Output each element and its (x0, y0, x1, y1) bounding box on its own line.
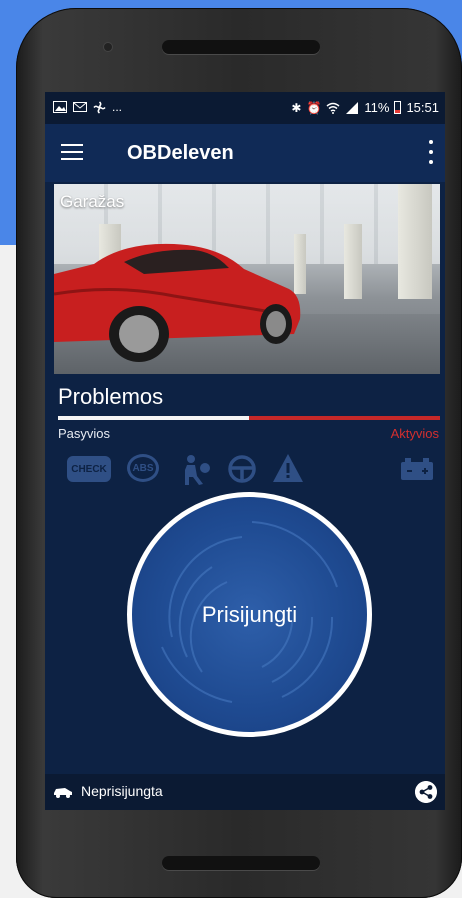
menu-icon[interactable] (61, 144, 83, 160)
car-icon (54, 788, 72, 798)
fan-icon (93, 100, 106, 114)
active-label: Aktyvios (390, 426, 439, 441)
image-icon (53, 101, 67, 113)
bluetooth-icon: ✱ (291, 100, 302, 115)
dashboard-warning-icons: CHECK ABS (45, 452, 445, 488)
connect-button[interactable]: Prisijungti (127, 492, 372, 737)
problems-bar-passive-fill (58, 416, 249, 420)
app-title: OBDeleven (127, 142, 234, 164)
battery-icon (394, 101, 402, 114)
clock: 15:51 (406, 100, 439, 115)
garage-pillar (344, 224, 362, 299)
alarm-icon: ⏰ (306, 100, 322, 115)
bottom-speaker (162, 856, 320, 870)
red-car-image (54, 243, 301, 362)
problems-bar (58, 416, 440, 420)
status-ellipsis: ... (112, 100, 123, 114)
general-warning-icon (273, 454, 303, 482)
steering-warning-icon (228, 455, 256, 483)
wifi-icon (326, 102, 340, 114)
share-icon[interactable] (415, 781, 437, 803)
passive-label: Pasyvios (58, 426, 111, 441)
mail-icon (73, 102, 87, 112)
garage-card[interactable]: Garažas (54, 184, 440, 374)
garage-pillar (398, 184, 432, 299)
garage-label: Garažas (60, 192, 125, 211)
battery-percent: 11% (364, 100, 390, 115)
front-camera (104, 43, 112, 51)
problems-title: Problemos (58, 384, 164, 409)
battery-warning-icon (401, 458, 433, 480)
app-bar: OBDeleven (45, 124, 445, 182)
more-options-icon[interactable] (429, 140, 435, 164)
signal-icon (346, 101, 359, 114)
abs-icon: ABS (127, 454, 159, 482)
connect-label: Prisijungti (201, 601, 298, 627)
bottom-status-bar: Neprisijungta (45, 774, 445, 810)
status-bar: ... ✱ ⏰ 11% 15:51 (45, 92, 445, 124)
phone-screen: ... ✱ ⏰ 11% 15:51 OBDeleven Garažas Prob… (45, 92, 445, 810)
airbag-icon (185, 455, 210, 485)
connection-status: Neprisijungta (81, 783, 163, 799)
top-speaker (162, 40, 320, 54)
check-engine-icon: CHECK (67, 456, 111, 482)
